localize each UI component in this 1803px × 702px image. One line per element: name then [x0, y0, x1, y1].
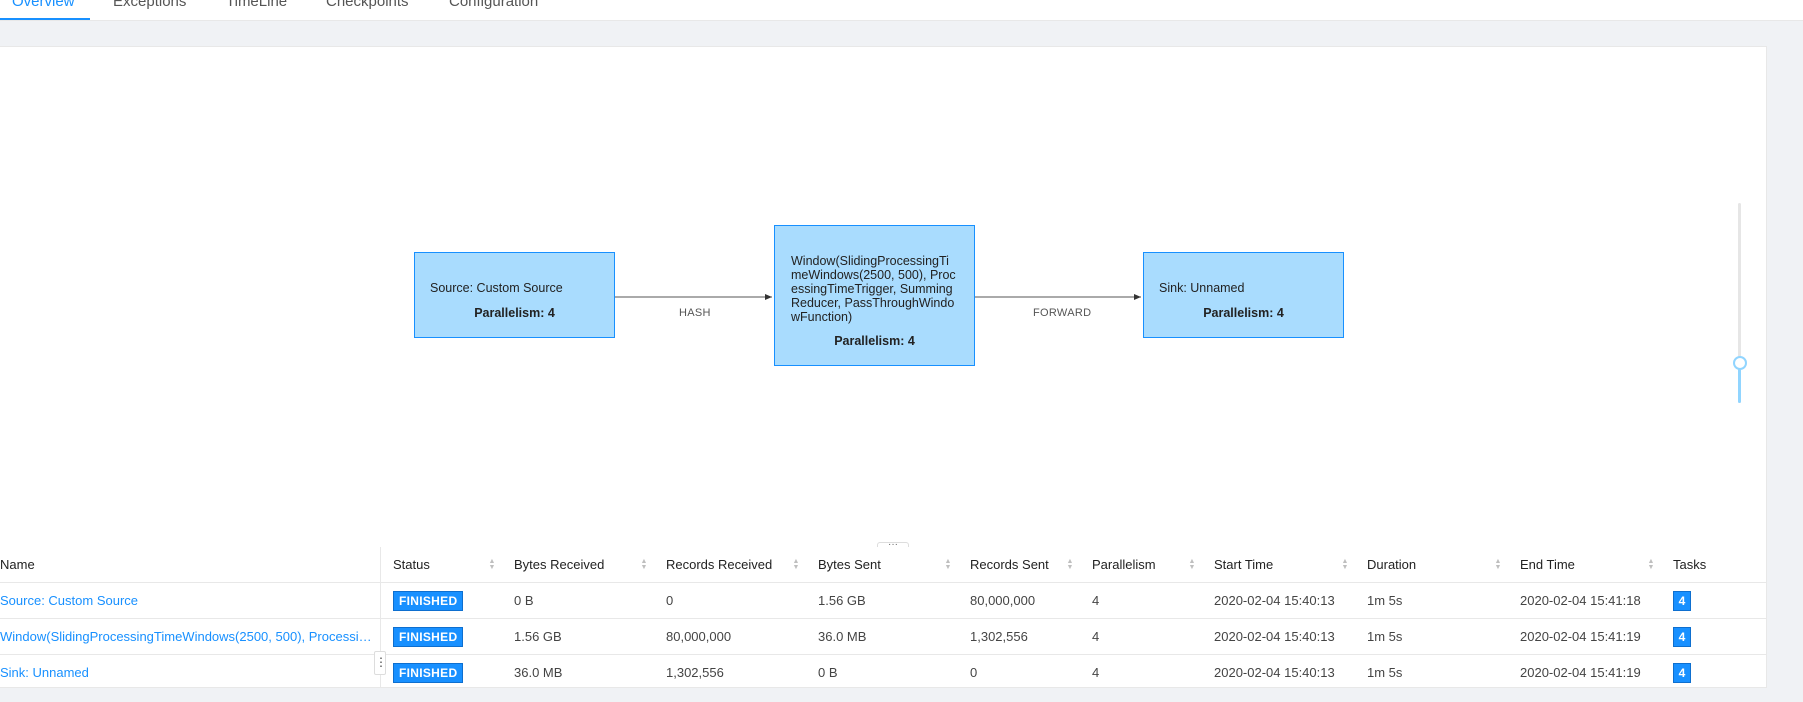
start-time-cell: 2020-02-04 15:40:13: [1214, 629, 1335, 644]
tab-timeline[interactable]: TimeLine: [226, 0, 287, 12]
bytes-received-cell: 0 B: [514, 593, 534, 608]
records-sent-cell: 80,000,000: [970, 593, 1036, 608]
vertex-name-link[interactable]: Window(SlidingProcessingTimeWindows(2500…: [0, 619, 375, 654]
sort-icon[interactable]: ▲ ▼: [640, 558, 648, 571]
vertex-name-link[interactable]: Source: Custom Source: [0, 583, 375, 618]
column-header-start-time[interactable]: Start Time: [1214, 547, 1273, 582]
node-parallelism: Parallelism: 4: [1203, 306, 1284, 320]
bytes-received-cell: 1.56 GB: [514, 629, 562, 644]
task-count-badge[interactable]: 4: [1673, 663, 1691, 683]
sort-icon[interactable]: ▲ ▼: [1647, 558, 1655, 571]
tab-exceptions[interactable]: Exceptions: [113, 0, 186, 12]
duration-cell: 1m 5s: [1367, 629, 1403, 644]
end-time-cell: 2020-02-04 15:41:19: [1520, 629, 1641, 644]
table-row[interactable]: Sink: Unnamed FINISHED 36.0 MB 1,302,556…: [0, 655, 1766, 690]
records-received-cell: 80,000,000: [666, 629, 732, 644]
sort-icon[interactable]: ▲ ▼: [1188, 558, 1196, 571]
parallelism-cell: 4: [1092, 665, 1100, 680]
sort-icon[interactable]: ▲ ▼: [488, 558, 496, 571]
column-header-name[interactable]: Name: [0, 547, 35, 582]
tasks-cell: 4: [1673, 583, 1691, 618]
sort-icon[interactable]: ▲ ▼: [944, 558, 952, 571]
bytes-sent-cell: 36.0 MB: [818, 629, 867, 644]
graph-node-source[interactable]: Source: Custom Source Parallelism: 4: [414, 252, 615, 338]
node-parallelism: Parallelism: 4: [834, 334, 915, 348]
tasks-cell: 4: [1673, 619, 1691, 654]
status-cell: FINISHED: [393, 655, 464, 690]
records-received-cell: 0: [666, 593, 674, 608]
start-time-cell: 2020-02-04 15:40:13: [1214, 665, 1335, 680]
column-header-tasks[interactable]: Tasks: [1673, 547, 1706, 582]
vertex-name-link[interactable]: Sink: Unnamed: [0, 655, 375, 690]
start-time-cell: 2020-02-04 15:40:13: [1214, 593, 1335, 608]
sort-icon[interactable]: ▲ ▼: [1341, 558, 1349, 571]
column-header-records-sent[interactable]: Records Sent: [970, 547, 1049, 582]
name-column-resize-handle[interactable]: ⋮: [374, 651, 387, 675]
edge-label-forward: FORWARD: [1033, 307, 1092, 319]
tab-bar: Overview Exceptions TimeLine Checkpoints…: [0, 0, 1803, 21]
task-count-badge[interactable]: 4: [1673, 627, 1691, 647]
job-graph[interactable]: HASH FORWARD Source: Custom Source Paral…: [0, 47, 1766, 545]
zoom-slider[interactable]: [1738, 203, 1741, 403]
task-count-badge[interactable]: 4: [1673, 591, 1691, 611]
bytes-sent-cell: 1.56 GB: [818, 593, 866, 608]
status-badge: FINISHED: [393, 627, 464, 647]
parallelism-cell: 4: [1092, 629, 1100, 644]
node-name: Window(SlidingProcessingTimeWindows(2500…: [791, 254, 956, 324]
edge-label-hash: HASH: [679, 307, 711, 319]
zoom-slider-handle[interactable]: [1733, 356, 1747, 370]
parallelism-cell: 4: [1092, 593, 1100, 608]
column-header-bytes-sent[interactable]: Bytes Sent: [818, 547, 881, 582]
sort-icon[interactable]: ▲ ▼: [792, 558, 800, 571]
active-tab-indicator: [0, 18, 90, 20]
records-sent-cell: 1,302,556: [970, 629, 1028, 644]
node-name: Sink: Unnamed: [1159, 281, 1245, 295]
status-cell: FINISHED: [393, 619, 464, 654]
column-header-records-received[interactable]: Records Received: [666, 547, 772, 582]
node-parallelism: Parallelism: 4: [474, 306, 555, 320]
duration-cell: 1m 5s: [1367, 665, 1403, 680]
records-received-cell: 1,302,556: [666, 665, 724, 680]
end-time-cell: 2020-02-04 15:41:18: [1520, 593, 1641, 608]
column-header-end-time[interactable]: End Time: [1520, 547, 1575, 582]
node-name: Source: Custom Source: [430, 281, 563, 295]
status-badge: FINISHED: [393, 591, 464, 611]
tab-overview[interactable]: Overview: [12, 0, 75, 12]
column-header-parallelism[interactable]: Parallelism: [1092, 547, 1156, 582]
tasks-cell: 4: [1673, 655, 1691, 690]
graph-node-window[interactable]: Window(SlidingProcessingTimeWindows(2500…: [774, 225, 975, 366]
table-header: Name Status ▲ ▼ Bytes Received ▲ ▼ Records…: [0, 547, 1766, 583]
end-time-cell: 2020-02-04 15:41:19: [1520, 665, 1641, 680]
column-header-bytes-received[interactable]: Bytes Received: [514, 547, 604, 582]
tab-configuration[interactable]: Configuration: [449, 0, 538, 12]
job-overview-card: HASH FORWARD Source: Custom Source Paral…: [0, 46, 1767, 688]
status-cell: FINISHED: [393, 583, 464, 618]
column-header-status[interactable]: Status: [393, 547, 430, 582]
graph-node-sink[interactable]: Sink: Unnamed Parallelism: 4: [1143, 252, 1344, 338]
tab-checkpoints[interactable]: Checkpoints: [326, 0, 409, 12]
bytes-received-cell: 36.0 MB: [514, 665, 563, 680]
status-badge: FINISHED: [393, 663, 464, 683]
table-row[interactable]: Source: Custom Source FINISHED 0 B 0 1.5…: [0, 583, 1766, 619]
sort-icon[interactable]: ▲ ▼: [1494, 558, 1502, 571]
vertices-table: Name Status ▲ ▼ Bytes Received ▲ ▼ Records…: [0, 547, 1766, 690]
column-header-duration[interactable]: Duration: [1367, 547, 1416, 582]
table-row[interactable]: Window(SlidingProcessingTimeWindows(2500…: [0, 619, 1766, 655]
sort-icon[interactable]: ▲ ▼: [1066, 558, 1074, 571]
duration-cell: 1m 5s: [1367, 593, 1403, 608]
records-sent-cell: 0: [970, 665, 978, 680]
bytes-sent-cell: 0 B: [818, 665, 838, 680]
